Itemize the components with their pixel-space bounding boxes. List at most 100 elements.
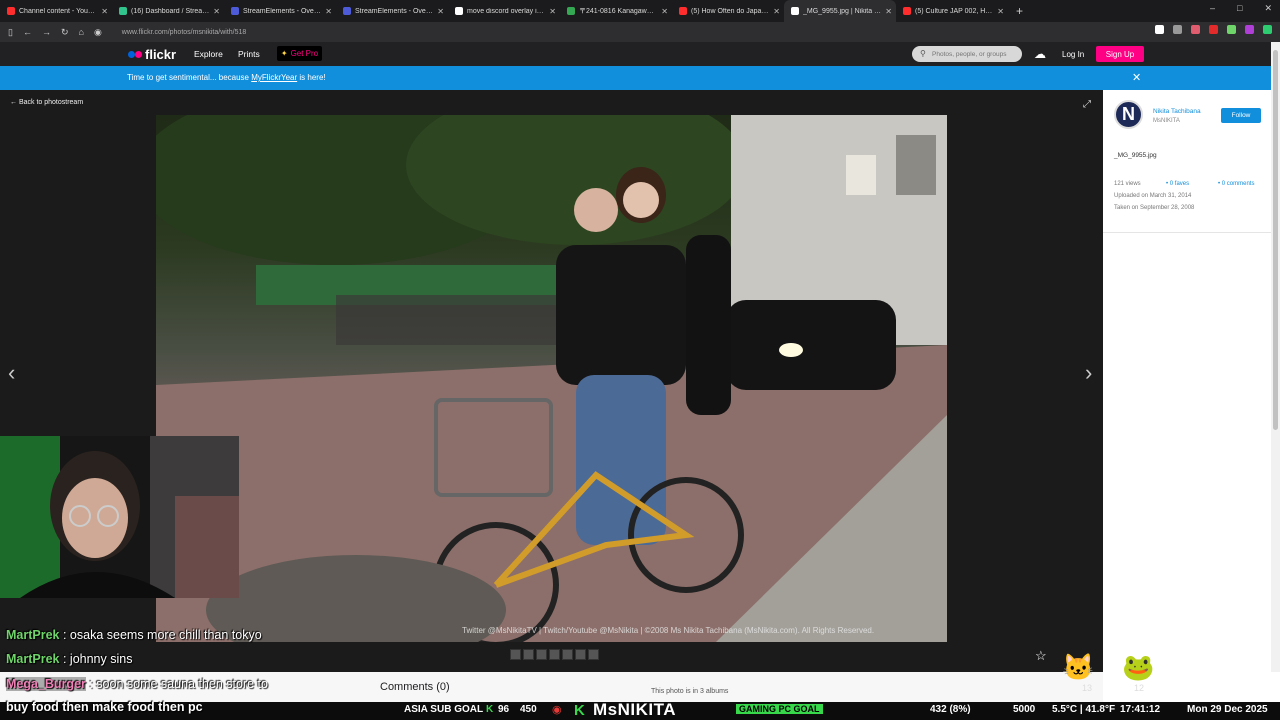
channel-name: MsNIKITA [593, 700, 677, 719]
tab-close-icon[interactable]: ✕ [773, 7, 780, 16]
sparkle-icon: ✦ [280, 49, 288, 58]
browser-tab[interactable]: StreamElements - Overlays ✕ [224, 0, 336, 22]
fave-star-icon[interactable]: ☆ [1035, 648, 1047, 664]
extension-icon[interactable] [1173, 25, 1182, 34]
tab-close-icon[interactable]: ✕ [213, 7, 220, 16]
back-nav-icon[interactable]: ← [23, 27, 32, 37]
back-to-photostream[interactable]: ← Back to photostream [10, 99, 83, 106]
chat-text: : soon some sauna then store to [85, 677, 268, 691]
chat-username: MartPrek [6, 652, 60, 666]
tab-favicon-icon [343, 7, 351, 15]
thumbnail-strip [510, 649, 599, 660]
tab-close-icon[interactable]: ✕ [661, 7, 668, 16]
nav-explore[interactable]: Explore [194, 49, 223, 59]
myflickryear-link[interactable]: MyFlickrYear [251, 73, 297, 82]
upload-cloud-icon[interactable]: ☁ [1034, 47, 1046, 61]
banner-close-icon[interactable]: ✕ [1132, 71, 1141, 84]
next-photo-arrow[interactable]: › [1085, 360, 1092, 386]
flickr-logo[interactable]: flickr [128, 47, 176, 62]
nav-prints[interactable]: Prints [238, 49, 260, 59]
extension-icon[interactable] [1227, 25, 1236, 34]
banner-prefix: Time to get sentimental... because [127, 73, 252, 82]
tab-title: (5) Culture JAP 002, Harajuku g [915, 7, 993, 15]
chat-message: MartPrek : johnny sins [6, 652, 132, 666]
tab-favicon-icon [567, 7, 575, 15]
webcam-illustration [0, 436, 239, 598]
logo-text: flickr [145, 47, 177, 62]
extension-icon[interactable] [1245, 25, 1254, 34]
logo-pink-dot [135, 51, 142, 58]
tab-title: StreamElements - Overlays [243, 7, 322, 15]
extensions-area [1155, 25, 1272, 34]
comments-count[interactable]: • 0 comments [1218, 181, 1254, 187]
tab-close-icon[interactable]: ✕ [437, 7, 444, 16]
get-pro-button[interactable]: ✦ Get Pro [277, 46, 322, 61]
tab-close-icon[interactable]: ✕ [549, 7, 556, 16]
tab-title: StreamElements - Overlays [355, 7, 434, 15]
window-controls: – □ ✕ [1210, 3, 1272, 14]
close-window-button[interactable]: ✕ [1264, 3, 1272, 14]
asia-goal-target: 450 [520, 704, 537, 715]
photo-illustration [156, 115, 947, 642]
follow-button[interactable]: Follow [1221, 108, 1261, 123]
chat-text: : johnny sins [59, 652, 133, 666]
emote-icon: 🐱 [1062, 652, 1095, 682]
tab-favicon-icon [455, 7, 463, 15]
kick-icon: K [486, 704, 494, 715]
tab-close-icon[interactable]: ✕ [885, 7, 892, 16]
browser-tab[interactable]: StreamElements - Overlays ✕ [336, 0, 448, 22]
uploaded-date: Uploaded on March 31, 2014 [1114, 193, 1192, 199]
expand-icon[interactable]: ⤢ [1083, 99, 1091, 110]
minimize-button[interactable]: – [1210, 3, 1215, 14]
tab-close-icon[interactable]: ✕ [101, 7, 108, 16]
faves-count[interactable]: • 0 faves [1166, 181, 1189, 187]
photo-thumbnail[interactable] [510, 649, 521, 660]
photo-thumbnail[interactable] [575, 649, 586, 660]
main-photo [156, 115, 947, 642]
tab-favicon-icon [231, 7, 239, 15]
emote-count: 12 [1134, 683, 1145, 693]
owner-name[interactable]: Nikita Tachibana [1153, 108, 1201, 115]
extension-icon[interactable] [1191, 25, 1200, 34]
browser-tab[interactable]: 〒241-0816 Kanagawa, Yokoha ✕ [560, 0, 672, 22]
photo-thumbnail[interactable] [523, 649, 534, 660]
new-tab-button[interactable]: + [1016, 4, 1023, 18]
extension-icon[interactable] [1263, 25, 1272, 34]
tab-favicon-icon [119, 7, 127, 15]
tab-close-icon[interactable]: ✕ [325, 7, 332, 16]
search-input[interactable] [912, 46, 1022, 62]
maximize-button[interactable]: □ [1237, 3, 1242, 14]
browser-tab[interactable]: Channel content - YouTube Stu ✕ [0, 0, 112, 22]
chat-username: Mega_Burger [6, 677, 86, 691]
photo-thumbnail[interactable] [588, 649, 599, 660]
chat-username: MartPrek [6, 628, 60, 642]
extension-icon[interactable] [1209, 25, 1218, 34]
signup-button[interactable]: Sign Up [1096, 46, 1144, 62]
pc-goal-target: 5000 [1013, 704, 1036, 715]
photo-thumbnail[interactable] [562, 649, 573, 660]
views-count: 121 views [1114, 181, 1141, 187]
url-field[interactable]: www.flickr.com/photos/msnikita/with/518 [122, 29, 247, 36]
forward-nav-icon[interactable]: → [42, 27, 51, 37]
home-icon[interactable]: ⌂ [79, 27, 84, 37]
photo-thumbnail[interactable] [536, 649, 547, 660]
asia-goal-current: 96 [498, 704, 510, 715]
tab-close-icon[interactable]: ✕ [997, 7, 1004, 16]
photo-thumbnail[interactable] [549, 649, 560, 660]
browser-tab[interactable]: (16) Dashboard / Streamlabs✕ [112, 0, 224, 22]
extension-icon[interactable] [1155, 25, 1164, 34]
previous-photo-arrow[interactable]: ‹ [8, 360, 15, 386]
browser-tab[interactable]: _MG_9955.jpg | Nikita Tachiban✕ [784, 0, 896, 22]
site-info-icon[interactable]: ◉ [94, 27, 102, 38]
login-link[interactable]: Log In [1062, 50, 1084, 59]
scrollbar-thumb[interactable] [1273, 50, 1278, 430]
browser-tab[interactable]: (5) How Often do Japanese Pe✕ [672, 0, 784, 22]
browser-tab[interactable]: move discord overlay in game: ✕ [448, 0, 560, 22]
logo-blue-dot [128, 51, 135, 58]
sidebar-toggle-icon[interactable]: ▯ [8, 27, 13, 38]
owner-avatar[interactable]: N [1114, 100, 1143, 129]
albums-info[interactable]: This photo is in 3 albums [651, 688, 728, 695]
browser-tab[interactable]: (5) Culture JAP 002, Harajuku g ✕ [896, 0, 1008, 22]
reload-icon[interactable]: ↻ [61, 27, 69, 38]
tab-title: (5) How Often do Japanese Pe [691, 7, 770, 15]
